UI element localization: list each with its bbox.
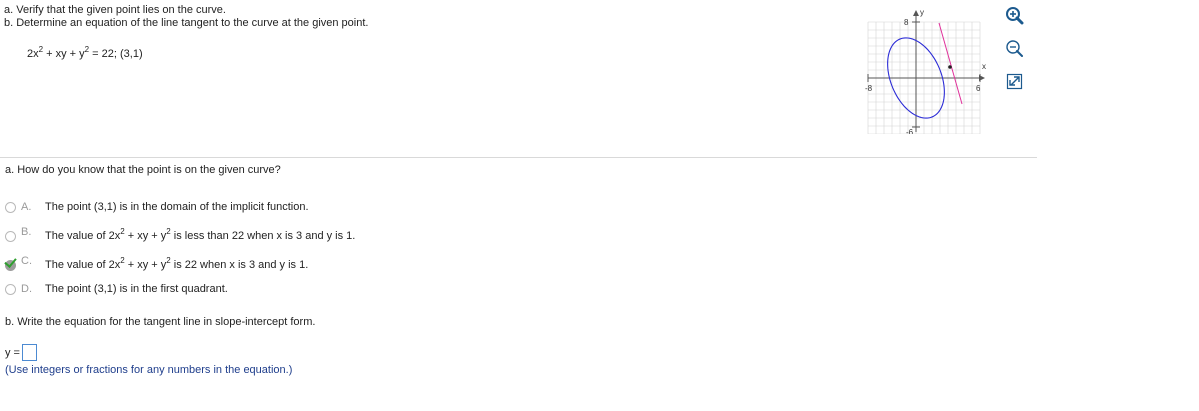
- option-b-letter: B.: [21, 226, 32, 238]
- question-line-a: a. Verify that the given point lies on t…: [4, 4, 226, 16]
- tangent-line: [938, 22, 963, 105]
- graph-axes: [867, 10, 985, 132]
- point-marker: [948, 65, 952, 69]
- zoom-out-icon[interactable]: [1004, 38, 1026, 60]
- y-max-label: 8: [904, 18, 909, 27]
- expand-icon[interactable]: [1004, 71, 1026, 93]
- answer-row: y =: [5, 344, 37, 361]
- answer-label: y =: [5, 347, 20, 359]
- x-min-label: -8: [865, 84, 873, 93]
- option-b-radio[interactable]: [5, 231, 16, 242]
- part-a-prompt: a. How do you know that the point is on …: [5, 164, 281, 176]
- given-equation: 2x2 + xy + y2 = 22; (3,1): [27, 45, 143, 61]
- option-a-text: The point (3,1) is in the domain of the …: [45, 201, 309, 213]
- y-axis-label: y: [920, 8, 924, 17]
- curve-graph[interactable]: y x 8 -6 -8 6: [864, 2, 994, 134]
- option-d-text: The point (3,1) is in the first quadrant…: [45, 283, 228, 295]
- answer-hint: (Use integers or fractions for any numbe…: [5, 364, 293, 376]
- y-min-label: -6: [906, 128, 914, 134]
- question-header: a. Verify that the given point lies on t…: [4, 4, 368, 30]
- option-a-radio[interactable]: [5, 202, 16, 213]
- zoom-in-icon[interactable]: [1004, 5, 1026, 27]
- option-d-letter: D.: [21, 283, 32, 295]
- x-max-label: 6: [976, 84, 981, 93]
- option-b-text: The value of 2x2 + xy + y2 is less than …: [45, 227, 356, 243]
- section-divider: [0, 157, 1037, 158]
- option-c-text: The value of 2x2 + xy + y2 is 22 when x …: [45, 256, 309, 272]
- option-d-radio[interactable]: [5, 284, 16, 295]
- part-b-prompt: b. Write the equation for the tangent li…: [5, 316, 316, 328]
- answer-input[interactable]: [21, 344, 37, 361]
- option-c-letter: C.: [21, 255, 32, 267]
- option-a-letter: A.: [21, 201, 32, 213]
- question-line-b: b. Determine an equation of the line tan…: [4, 17, 369, 29]
- x-axis-label: x: [982, 62, 986, 71]
